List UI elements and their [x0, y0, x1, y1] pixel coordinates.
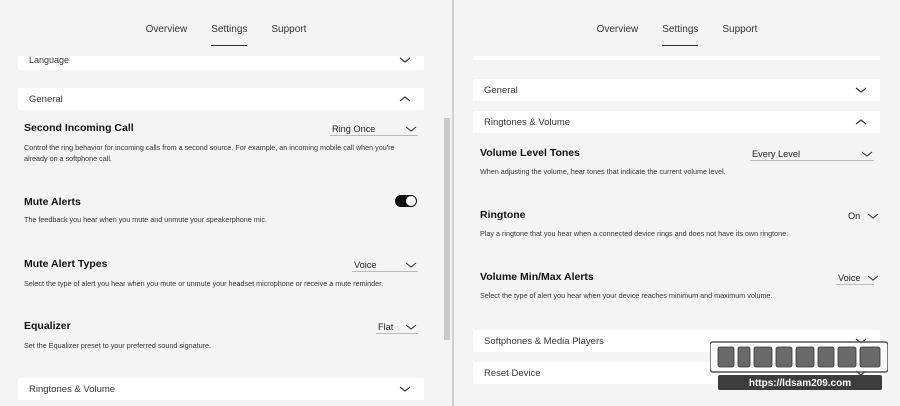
select-value: Every Level — [752, 148, 801, 159]
chevron-down-icon — [404, 322, 418, 332]
watermark-logo: https://ldsam209.com — [709, 340, 889, 394]
select-value: Ring Once — [332, 123, 376, 134]
chevron-down-icon — [854, 85, 868, 95]
tab-settings[interactable]: Settings — [650, 24, 710, 46]
tab-settings[interactable]: Settings — [199, 24, 259, 46]
card-general-label: General — [484, 84, 518, 96]
card-language[interactable]: Language — [18, 56, 424, 70]
card-top-sliver — [473, 56, 880, 60]
watermark-text: https://ldsam209.com — [749, 378, 851, 389]
ringtone-select[interactable]: On — [846, 209, 879, 223]
setting-description: Select the type of alert you hear when y… — [24, 279, 384, 288]
select-value: On — [848, 211, 861, 221]
second-incoming-call-select[interactable]: Ring Once — [330, 122, 418, 136]
tab-support[interactable]: Support — [710, 24, 769, 46]
tab-bar: Overview Settings Support — [454, 24, 900, 48]
chevron-down-icon — [866, 273, 880, 283]
chevron-up-icon — [854, 117, 868, 127]
setting-title: Volume Level Tones — [480, 147, 580, 159]
chevron-down-icon — [866, 211, 880, 221]
card-ringtones-volume[interactable]: Ringtones & Volume — [18, 378, 424, 400]
left-pane: Overview Settings Support Language Gener… — [0, 0, 452, 406]
settings-content: Language General Second Incoming Call Ri… — [0, 56, 452, 406]
select-value: Voice — [838, 272, 861, 283]
select-value: Flat — [378, 321, 394, 332]
card-general[interactable]: General — [18, 88, 424, 110]
volume-level-tones-select[interactable]: Every Level — [750, 147, 874, 161]
card-language-label: Language — [29, 56, 70, 65]
equalizer-select[interactable]: Flat — [376, 320, 418, 334]
setting-title: Equalizer — [24, 320, 71, 332]
toggle-knob — [406, 196, 416, 206]
card-general-label: General — [29, 93, 63, 105]
setting-title: Mute Alert Types — [24, 258, 108, 270]
setting-description: The feedback you hear when you mute and … — [24, 215, 267, 224]
setting-title: Mute Alerts — [24, 196, 81, 208]
setting-title: Volume Min/Max Alerts — [480, 271, 594, 283]
card-general[interactable]: General — [473, 79, 880, 101]
page: Overview Settings Support Language Gener… — [0, 0, 900, 406]
chevron-down-icon — [398, 56, 412, 65]
card-softphones-label: Softphones & Media Players — [484, 335, 604, 347]
card-ringtones-label: Ringtones & Volume — [484, 116, 571, 128]
tab-bar: Overview Settings Support — [0, 24, 452, 48]
chevron-down-icon — [860, 149, 874, 159]
card-reset-label: Reset Device — [484, 367, 541, 379]
tab-overview[interactable]: Overview — [134, 24, 200, 46]
tab-overview[interactable]: Overview — [585, 24, 651, 46]
card-ringtones-label: Ringtones & Volume — [29, 383, 116, 395]
chevron-down-icon — [404, 260, 418, 270]
mute-alerts-toggle[interactable] — [395, 195, 417, 207]
setting-description: Play a ringtone that you hear when a con… — [480, 229, 789, 238]
chevron-up-icon — [398, 94, 412, 104]
select-value: Voice — [354, 259, 377, 270]
setting-title: Ringtone — [480, 209, 526, 221]
setting-description: Control the ring behavior for incoming c… — [24, 143, 395, 163]
setting-description: Select the type of alert you hear when y… — [480, 291, 773, 300]
volume-minmax-alerts-select[interactable]: Voice — [836, 271, 879, 285]
setting-title: Second Incoming Call — [24, 122, 134, 134]
setting-description: When adjusting the volume, hear tones th… — [480, 167, 726, 176]
scrollbar-thumb[interactable] — [444, 118, 450, 340]
mute-alert-types-select[interactable]: Voice — [352, 258, 418, 272]
card-ringtones-volume[interactable]: Ringtones & Volume — [473, 111, 880, 133]
setting-description: Set the Equalizer preset to your preferr… — [24, 341, 211, 350]
chevron-down-icon — [398, 384, 412, 394]
tab-support[interactable]: Support — [259, 24, 318, 46]
chevron-down-icon — [404, 124, 418, 134]
